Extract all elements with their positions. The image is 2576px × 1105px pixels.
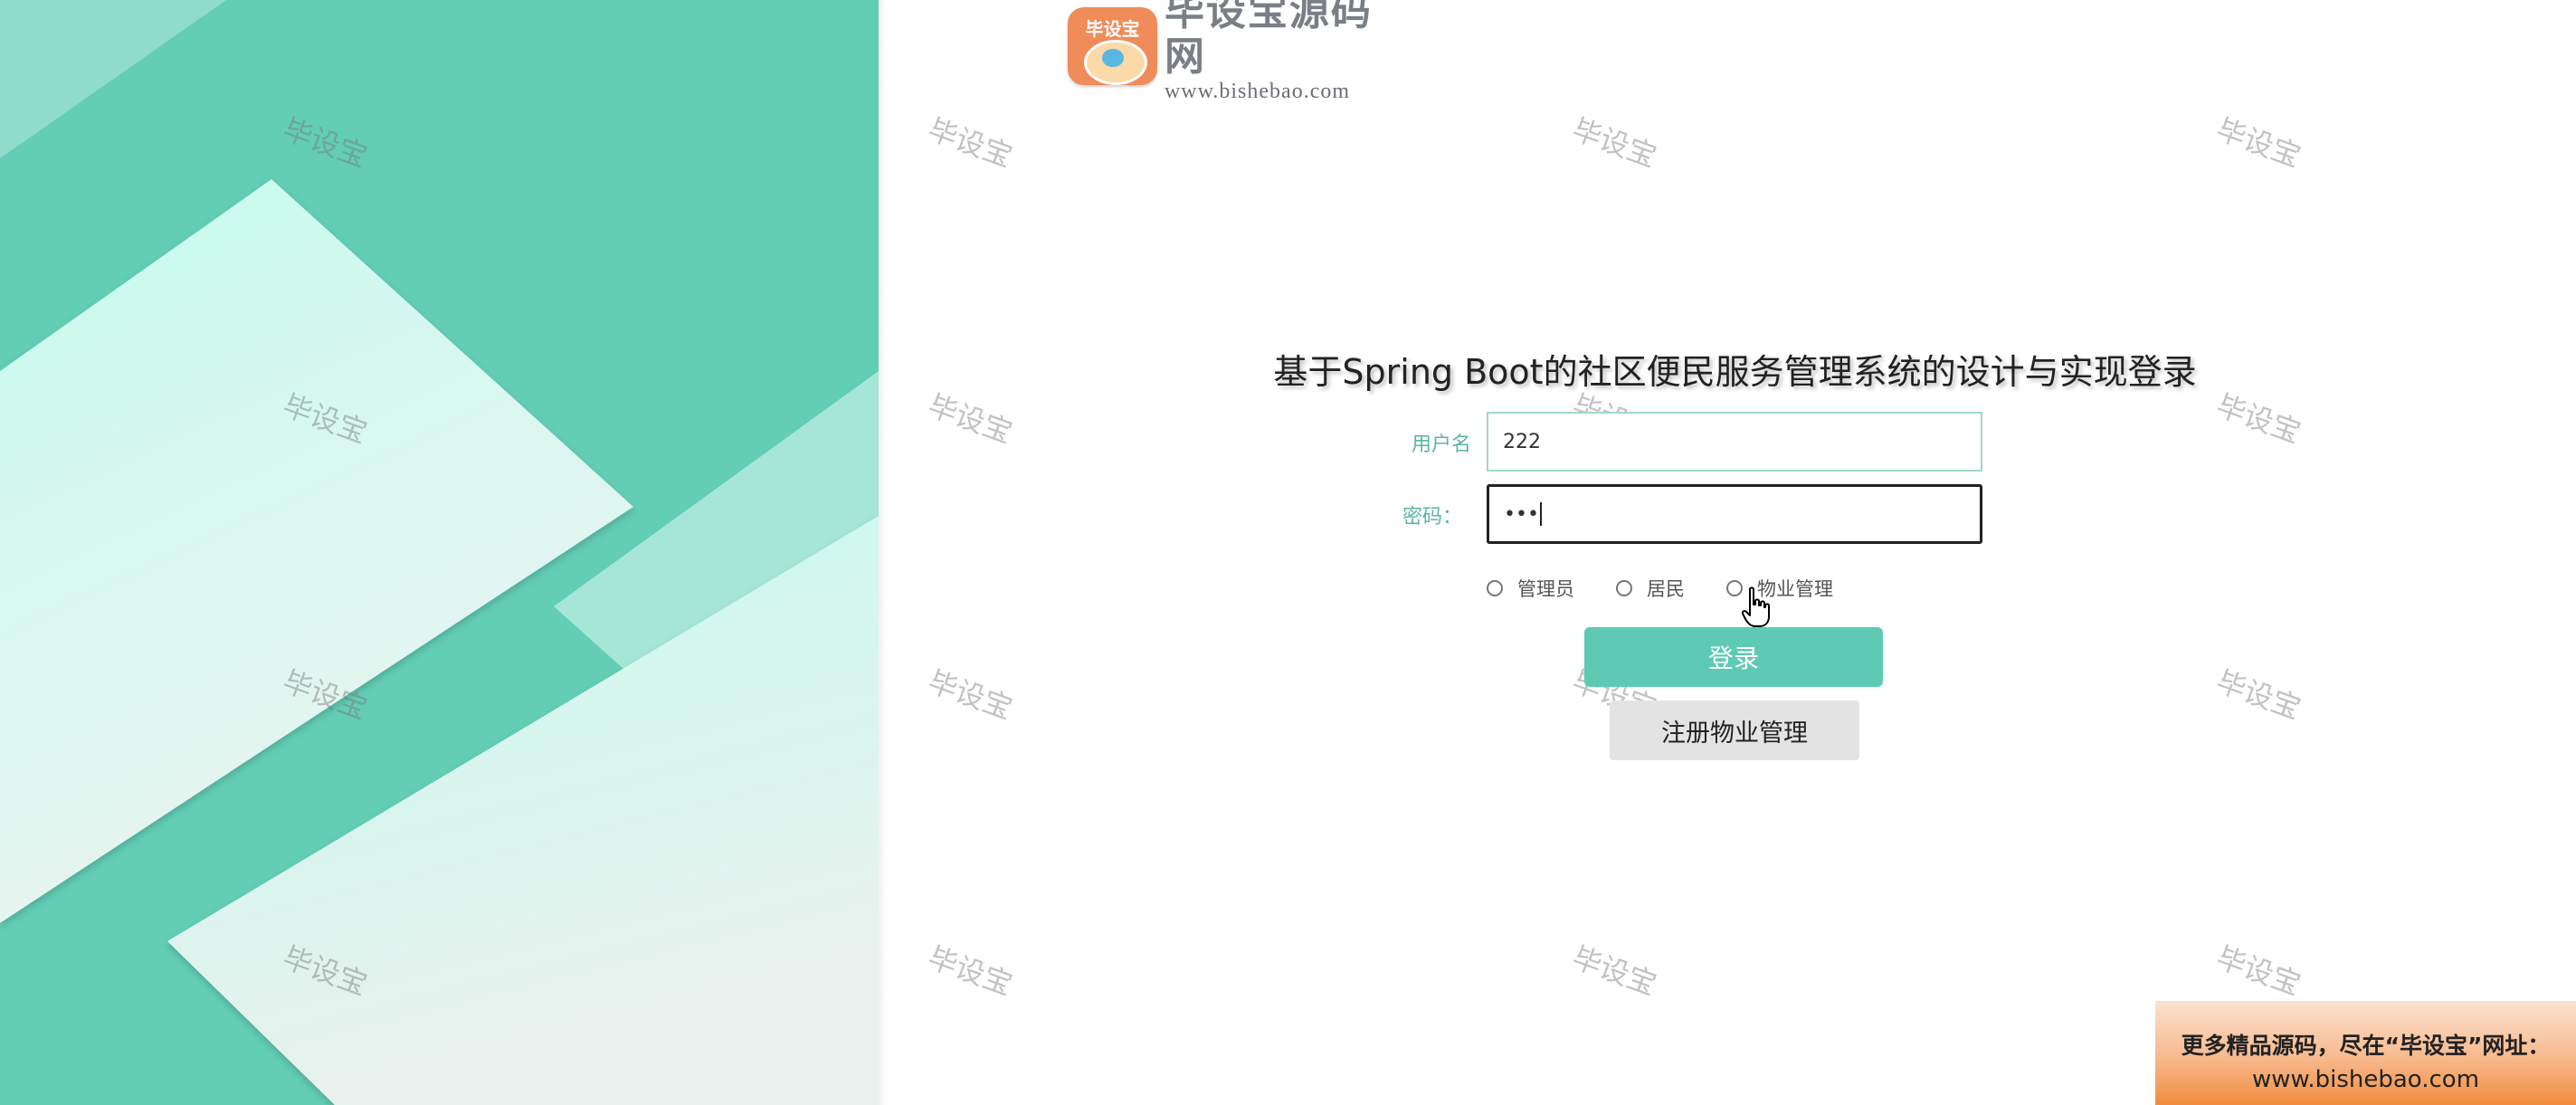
watermark: 毕设宝 [2211, 939, 2305, 1003]
register-property-manager-button[interactable]: 注册物业管理 [1610, 700, 1859, 760]
logo-badge-icon: 毕设宝 [1068, 7, 1157, 85]
role-label: 居民 [1647, 578, 1685, 600]
role-label: 管理员 [1517, 578, 1574, 600]
logo-name: 毕设宝源码网 [1164, 0, 1373, 80]
watermark: 毕设宝 [1567, 111, 1661, 175]
radio-circle-icon [1487, 580, 1503, 596]
username-input[interactable]: 222 [1487, 412, 1982, 472]
password-value: ••• [1504, 502, 1539, 526]
role-radio-group: 管理员 居民 物业管理 [1487, 576, 1875, 601]
login-title: 基于Spring Boot的社区便民服务管理系统的设计与实现登录 [1273, 352, 2197, 392]
watermark: 毕设宝 [2211, 663, 2305, 727]
decorative-side-panel [0, 0, 879, 1105]
login-button[interactable]: 登录 [1584, 627, 1883, 687]
hand-pointer-cursor-icon [1741, 586, 1772, 632]
password-input[interactable]: ••• [1487, 484, 1982, 544]
logo-url: www.bishebao.com [1164, 80, 1351, 103]
promo-text: 更多精品源码，尽在“毕设宝”网址： [2181, 1033, 2551, 1059]
role-radio-resident[interactable]: 居民 [1616, 575, 1685, 602]
username-value: 222 [1503, 430, 1541, 453]
watermark: 毕设宝 [1567, 939, 1661, 1003]
promo-banner[interactable]: 更多精品源码，尽在“毕设宝”网址： www.bishebao.com [2155, 1001, 2576, 1105]
role-radio-admin[interactable]: 管理员 [1487, 575, 1574, 602]
watermark: 毕设宝 [923, 387, 1017, 451]
watermark: 毕设宝 [923, 663, 1017, 727]
panel-divider [879, 0, 886, 1105]
site-logo[interactable]: 毕设宝 毕设宝源码网 www.bishebao.com [1068, 0, 1412, 103]
logo-badge-text: 毕设宝 [1085, 18, 1140, 40]
text-caret [1539, 502, 1542, 526]
radio-circle-icon [1616, 580, 1632, 596]
geometric-background [0, 0, 879, 1105]
watermark: 毕设宝 [923, 939, 1017, 1003]
watermark: 毕设宝 [2211, 111, 2305, 175]
username-label: 用户名 [1411, 433, 1471, 456]
promo-url: www.bishebao.com [2251, 1066, 2480, 1093]
watermark: 毕设宝 [923, 111, 1017, 175]
password-label: 密码： [1402, 506, 1462, 529]
